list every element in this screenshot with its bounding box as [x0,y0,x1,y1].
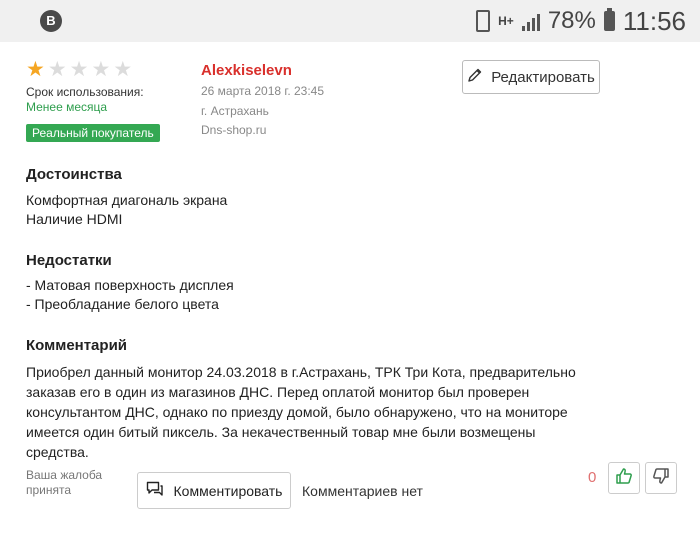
thumbs-down-icon [652,467,670,490]
edit-button[interactable]: Редактировать [462,60,600,94]
star-icon: ★ [113,58,133,81]
network-type: H+ [498,13,514,28]
cons-title: Недостатки [26,252,112,269]
comment-text: Приобрел данный монитор 24.03.2018 в г.А… [26,364,576,460]
pencil-icon [467,67,483,87]
battery-icon [603,8,615,31]
star-icon: ★ [91,58,111,81]
no-comments-label: Комментариев нет [302,483,423,499]
comment-button-label: Комментировать [173,482,283,499]
star-icon: ★ [47,58,67,81]
rating-stars: ★ ★ ★ ★ ★ [26,58,133,81]
complaint-status: Ваша жалоба принята [26,468,103,497]
verified-buyer-badge: Реальный покупатель [26,124,160,142]
status-indicators: H+ 78% 11:56 [476,6,686,36]
author-link[interactable]: Alexkiselevn [201,62,292,79]
vote-count: 0 [588,469,597,486]
thumbs-up-icon [615,467,633,490]
review-date: 26 марта 2018 г. 23:45 [201,84,325,98]
pros-title: Достоинства [26,166,122,183]
usage-label: Срок использования: [26,85,144,99]
status-bar: B H+ 78% 11:56 [0,0,700,42]
signal-icon [521,11,540,31]
battery-saver-icon [476,10,491,32]
comment-title: Комментарий [26,337,128,354]
dislike-button[interactable] [645,462,677,494]
app-notification-icon: B [40,10,62,32]
cons-item: - Матовая поверхность дисплея [26,277,234,293]
edit-button-label: Редактировать [491,68,595,86]
usage-value: Менее месяца [26,100,108,114]
review-city: г. Астрахань [201,104,269,118]
cons-item: - Преобладание белого цвета [26,296,219,312]
battery-percent: 78% [547,7,596,34]
star-icon: ★ [26,58,45,81]
pros-item: Наличие HDMI [26,211,123,227]
star-icon: ★ [69,58,89,81]
comment-button[interactable]: Комментировать [137,472,291,509]
like-button[interactable] [608,462,640,494]
pros-item: Комфортная диагональ экрана [26,192,228,208]
clock: 11:56 [622,5,686,36]
review-shop: Dns-shop.ru [201,123,267,137]
comment-icon [146,481,164,500]
